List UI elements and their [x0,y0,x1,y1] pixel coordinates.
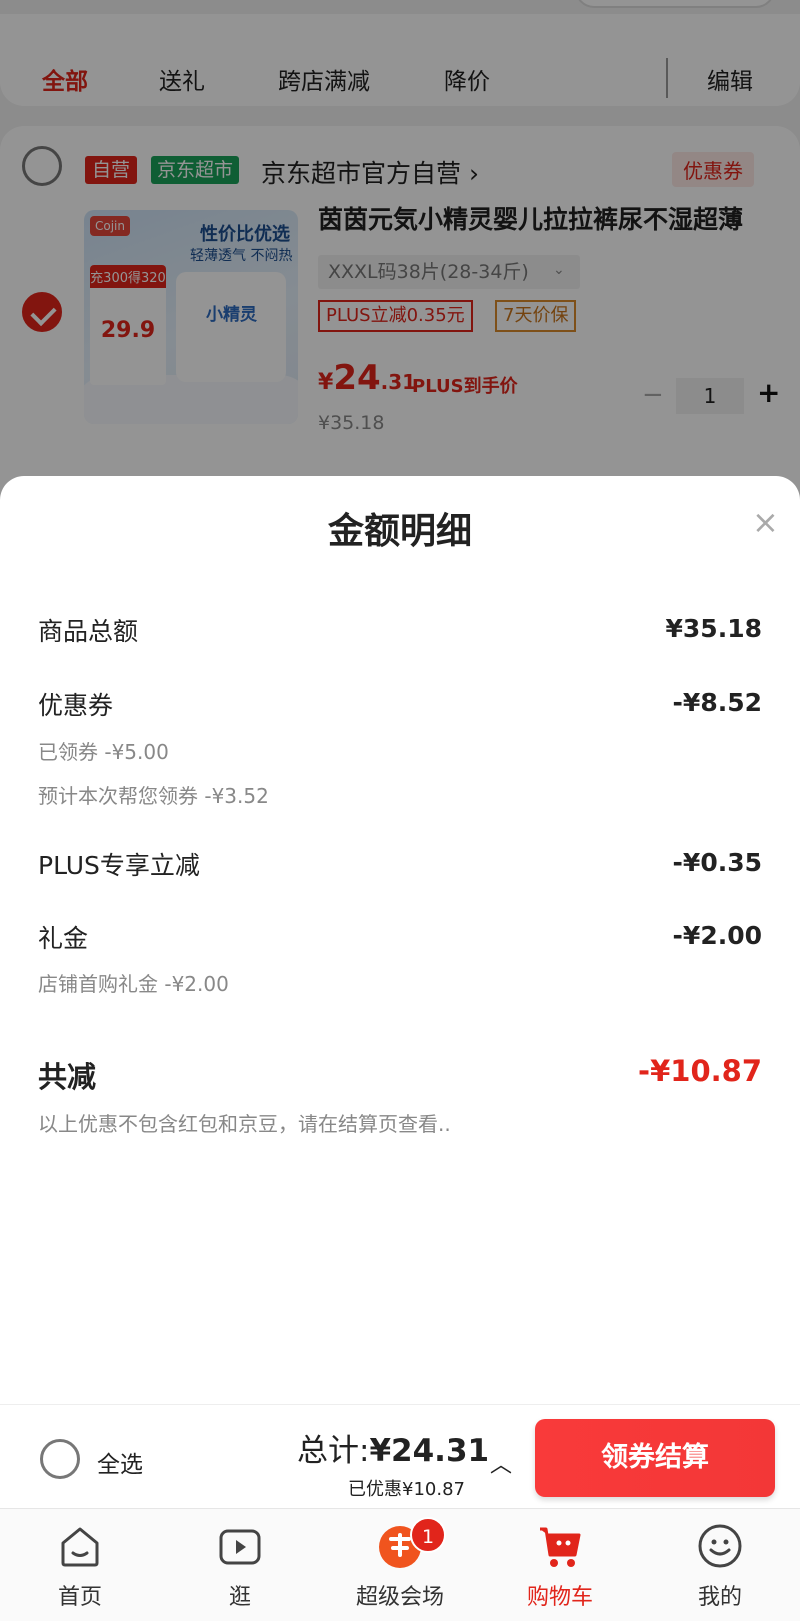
coupon-claimed: 已领券 -¥5.00 [38,740,169,764]
discount-note: 以上优惠不包含红包和京豆，请在结算页查看.. [38,1112,451,1136]
tabbar-label: 逛 [228,1585,251,1610]
gift-credit-value: -¥2.00 [672,921,762,950]
saved-amount: 已优惠¥10.87 [348,1479,465,1500]
tabbar-label: 购物车 [526,1585,593,1610]
checkout-button[interactable]: 领券结算 [535,1419,775,1497]
total-discount-label: 共减 [38,1060,97,1094]
cart-icon [540,1527,581,1567]
chevron-up-icon[interactable]: ︿ [490,1447,512,1479]
subtotal-label: 商品总额 [38,617,139,646]
notification-badge: 1 [410,1517,446,1553]
tabbar-item-me[interactable]: 我的 [640,1509,800,1621]
modal-overlay[interactable] [0,0,800,520]
tabbar-item-cart[interactable]: 购物车 [480,1509,640,1621]
home-icon [61,1527,99,1567]
total-discount-value: -¥10.87 [638,1054,762,1088]
smiley-profile-icon [698,1524,742,1568]
select-all-label[interactable]: 全选 [97,1445,143,1479]
subtotal-value: ¥35.18 [665,614,762,643]
checkout-bar: 全选 总计:¥24.31 已优惠¥10.87 ︿ 领券结算 [0,1404,800,1508]
tabbar-label: 首页 [57,1585,102,1610]
sheet-title: 金额明细 [327,511,472,552]
coupon-auto-claim: 预计本次帮您领券 -¥3.52 [38,784,269,808]
video-play-icon [219,1529,261,1565]
tabbar-item-super-venue[interactable]: 1 超级会场 [320,1509,480,1621]
tabbar-item-browse[interactable]: 逛 [160,1509,320,1621]
select-all-radio[interactable] [40,1439,80,1479]
tabbar-item-home[interactable]: 首页 [0,1509,160,1621]
bottom-tab-bar: 首页 逛 1 超级会场 购物车 我的 [0,1508,800,1621]
tabbar-label: 我的 [697,1585,742,1610]
total-price: 总计:¥24.31 [297,1433,490,1469]
close-icon[interactable]: × [752,506,779,538]
plus-discount-label: PLUS专享立减 [38,851,200,880]
amount-detail-sheet: 金额明细 × 商品总额 ¥35.18 优惠券 -¥8.52 已领券 -¥5.00… [0,476,800,1406]
gift-credit-detail: 店铺首购礼金 -¥2.00 [38,972,229,996]
tabbar-label: 超级会场 [355,1585,444,1610]
coupon-label: 优惠券 [38,691,114,720]
plus-discount-value: -¥0.35 [672,848,762,877]
gift-credit-label: 礼金 [38,924,89,953]
coupon-value: -¥8.52 [672,688,762,717]
